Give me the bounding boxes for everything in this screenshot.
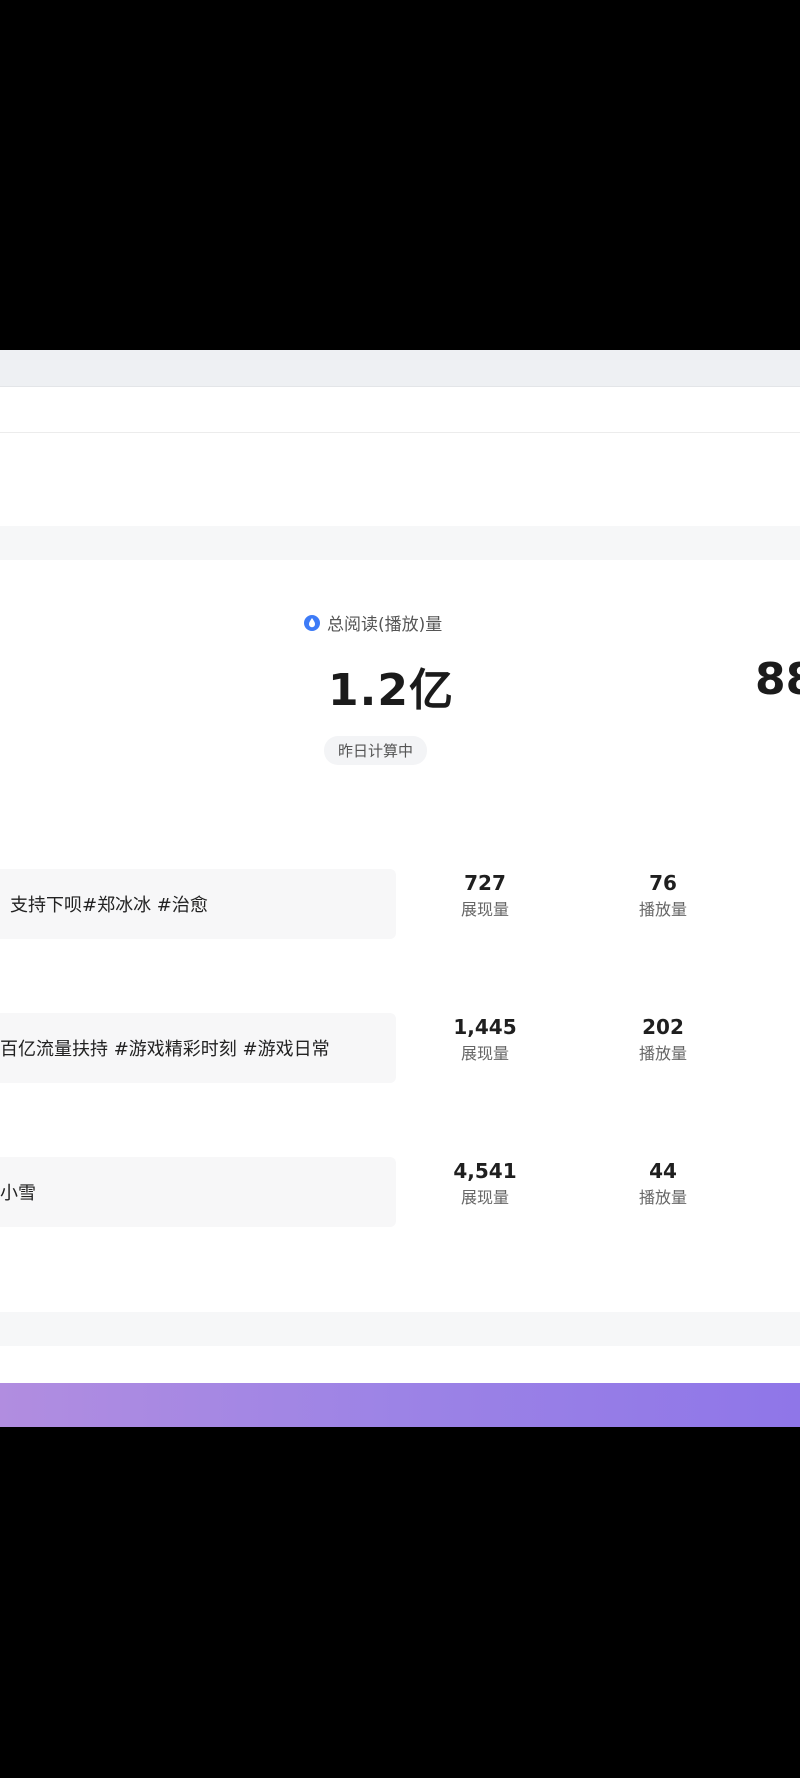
list-item-title-box[interactable]: 小雪 (0, 1157, 396, 1227)
plays-value: 202 (642, 1015, 684, 1039)
impressions-value: 1,445 (453, 1015, 517, 1039)
list-item[interactable]: 百亿流量扶持 #游戏精彩时刻 #游戏日常 1,445 展现量 202 播放量 (0, 1013, 800, 1083)
section-divider (0, 526, 800, 560)
impressions-value: 727 (464, 871, 506, 895)
list-item-title: 百亿流量扶持 #游戏精彩时刻 #游戏日常 (0, 1039, 330, 1060)
impressions-label: 展现量 (460, 1188, 509, 1207)
list-item-title: 小雪 (0, 1183, 36, 1204)
list-item-title-box[interactable]: 支持下呗#郑冰冰 #治愈 (0, 869, 396, 939)
stats-panel: 总阅读(播放)量 1.2亿 88 昨日计算中 (0, 560, 800, 790)
plays-metric: 44 播放量 (608, 1157, 718, 1211)
plays-value: 76 (649, 871, 677, 895)
section-divider (0, 1312, 800, 1346)
plays-label: 播放量 (638, 900, 687, 919)
impressions-metric: 4,541 展现量 (430, 1157, 540, 1211)
impressions-label: 展现量 (460, 900, 509, 919)
impressions-label: 展现量 (460, 1044, 509, 1063)
plays-metric: 76 播放量 (608, 869, 718, 923)
impressions-value: 4,541 (453, 1159, 517, 1183)
bottom-banner[interactable] (0, 1383, 800, 1427)
plays-label: 播放量 (638, 1188, 687, 1207)
total-reads-value: 1.2亿 (328, 665, 454, 716)
app-screen: 总阅读(播放)量 1.2亿 88 昨日计算中 支持下呗#郑冰冰 #治愈 727 … (0, 350, 800, 1427)
impressions-metric: 1,445 展现量 (430, 1013, 540, 1067)
sub-bar (0, 387, 800, 433)
blue-droplet-icon (303, 614, 321, 632)
list-item[interactable]: 小雪 4,541 展现量 44 播放量 (0, 1157, 800, 1227)
total-reads-label: 总阅读(播放)量 (303, 610, 442, 635)
plays-metric: 202 播放量 (608, 1013, 718, 1067)
total-reads-label-text: 总阅读(播放)量 (327, 615, 443, 635)
impressions-metric: 727 展现量 (430, 869, 540, 923)
plays-value: 44 (649, 1159, 677, 1183)
list-item-title-box[interactable]: 百亿流量扶持 #游戏精彩时刻 #游戏日常 (0, 1013, 396, 1083)
plays-label: 播放量 (638, 1044, 687, 1063)
top-bar (0, 350, 800, 387)
status-badge: 昨日计算中 (324, 736, 428, 765)
list-item[interactable]: 支持下呗#郑冰冰 #治愈 727 展现量 76 播放量 (0, 869, 800, 939)
secondary-stat-value: 88 (755, 654, 800, 705)
list-item-title: 支持下呗#郑冰冰 #治愈 (10, 895, 208, 916)
